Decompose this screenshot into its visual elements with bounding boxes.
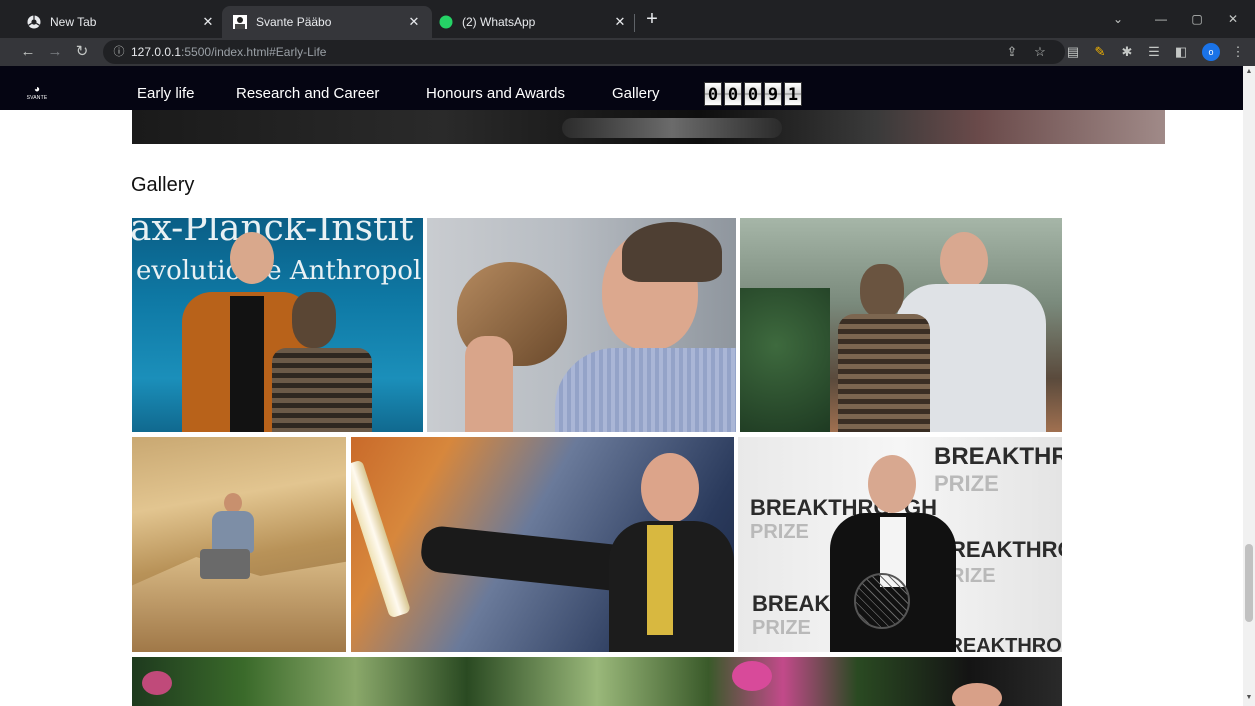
gallery-photo-diploma[interactable] [351, 437, 734, 652]
photo-figure [272, 348, 372, 432]
back-arrow-icon[interactable]: ← [17, 42, 39, 62]
photo-figure [952, 683, 1002, 706]
logo-mark-icon: ◕ [33, 84, 41, 95]
gallery-photo-skull-profile[interactable] [427, 218, 736, 432]
backdrop-text: RIZE [950, 565, 996, 587]
new-tab-icon[interactable]: + [641, 8, 663, 30]
bookmark-star-icon[interactable]: ☆ [1031, 40, 1049, 64]
tab-svante-paabo[interactable]: Svante Pääbo ✕ [222, 6, 432, 38]
address-url: 127.0.0.1:5500/index.html#Early-Life [131, 45, 327, 59]
backdrop-text: REAKTHRO [950, 537, 1062, 562]
photo-figure [212, 511, 254, 553]
side-panel-icon[interactable]: ◧ [1173, 44, 1189, 60]
photo-figure [142, 671, 172, 695]
browser-tabstrip: New Tab ✕ Svante Pääbo ✕ (2) WhatsApp ✕ … [0, 0, 1255, 38]
photo-sign-text: ax-Planck-Instit [132, 218, 414, 249]
site-navbar: ◕ SVANTE Early life Research and Career … [0, 66, 1243, 110]
gallery-photo-mpi-skeleton[interactable]: ax-Planck-Instit evolution e Anthropol [132, 218, 423, 432]
photo-figure [230, 232, 274, 284]
page-scrollbar[interactable]: ▲ ▼ [1243, 66, 1255, 706]
photo-figure [224, 493, 242, 513]
gallery-photo-sandstone[interactable] [132, 437, 346, 652]
maximize-icon[interactable]: ▢ [1179, 6, 1215, 32]
gallery-photo-flowers[interactable] [132, 657, 1062, 706]
close-tab-icon[interactable]: ✕ [200, 14, 216, 30]
site-logo[interactable]: ◕ SVANTE [24, 84, 50, 104]
forward-arrow-icon[interactable]: → [44, 42, 66, 62]
previous-section-image [132, 110, 1165, 144]
photo-figure [200, 549, 250, 579]
address-bar[interactable]: ⓘ 127.0.0.1:5500/index.html#Early-Life ⇪… [103, 40, 1065, 64]
nav-link-honours-awards[interactable]: Honours and Awards [426, 85, 565, 102]
logo-text: SVANTE [26, 95, 48, 101]
share-icon[interactable]: ⇪ [1003, 40, 1021, 64]
photo-figure [292, 292, 336, 348]
visitor-counter: 0 0 0 9 1 [704, 82, 804, 106]
photo-figure [641, 453, 699, 523]
photo-figure [732, 661, 772, 691]
nav-link-early-life[interactable]: Early life [137, 85, 195, 102]
reading-list-icon[interactable]: ☰ [1146, 44, 1162, 60]
profile-avatar[interactable]: o [1202, 43, 1220, 61]
chrome-icon [26, 14, 42, 30]
reload-icon[interactable]: ↻ [71, 42, 93, 62]
extension-pen-icon[interactable]: ✎ [1092, 44, 1108, 60]
nav-link-research-career[interactable]: Research and Career [236, 85, 379, 102]
backdrop-text: BREAKTHRO [934, 443, 1062, 470]
nav-link-gallery[interactable]: Gallery [612, 85, 660, 102]
tab-search-icon[interactable]: ⌄ [1100, 6, 1136, 32]
photo-figure [940, 232, 988, 290]
tab-separator [634, 14, 635, 32]
photo-figure [740, 288, 830, 432]
backdrop-text: PRIZE [752, 617, 811, 639]
photo-figure [647, 525, 673, 635]
photo-figure [854, 573, 910, 629]
tab-title: Svante Pääbo [256, 15, 332, 29]
photo-figure [838, 314, 930, 432]
extensions-puzzle-icon[interactable]: ✱ [1119, 44, 1135, 60]
scroll-down-icon[interactable]: ▼ [1243, 694, 1255, 704]
photo-figure [622, 222, 722, 282]
counter-digit: 1 [784, 82, 802, 106]
minimize-icon[interactable]: — [1143, 6, 1179, 32]
scroll-up-icon[interactable]: ▲ [1243, 68, 1255, 78]
scroll-thumb[interactable] [1245, 544, 1253, 622]
photo-sign-text: evolution e Anthropol [136, 256, 422, 286]
photo-figure [351, 459, 412, 619]
photo-figure [555, 348, 736, 432]
tab-whatsapp[interactable]: (2) WhatsApp ✕ [428, 6, 638, 38]
tab-title: (2) WhatsApp [462, 15, 536, 29]
photo-figure [230, 296, 264, 432]
browser-toolbar: ← → ↻ ⓘ 127.0.0.1:5500/index.html#Early-… [0, 38, 1255, 66]
gallery-heading: Gallery [131, 174, 195, 196]
site-favicon-icon [232, 14, 248, 30]
counter-digit: 9 [764, 82, 782, 106]
whatsapp-icon [438, 14, 454, 30]
close-tab-icon[interactable]: ✕ [406, 14, 422, 30]
photo-figure [465, 336, 513, 432]
gallery-photo-skeleton-interior[interactable] [740, 218, 1062, 432]
counter-digit: 0 [704, 82, 722, 106]
tab-new-tab[interactable]: New Tab ✕ [16, 6, 226, 38]
backdrop-text: PRIZE [750, 521, 809, 543]
backdrop-text: PRIZE [934, 471, 999, 496]
photo-figure [860, 264, 904, 318]
close-window-icon[interactable]: ✕ [1215, 6, 1251, 32]
counter-digit: 0 [724, 82, 742, 106]
backdrop-text: BREAK [752, 591, 831, 616]
gallery-photo-breakthrough-prize[interactable]: BREAKTHRO PRIZE BREAKTHRO GH PRIZE REAKT… [738, 437, 1062, 652]
close-tab-icon[interactable]: ✕ [612, 14, 628, 30]
photo-figure [868, 455, 916, 513]
extension-doc-icon[interactable]: ▤ [1065, 44, 1081, 60]
info-icon[interactable]: ⓘ [111, 40, 127, 64]
page-viewport: ◕ SVANTE Early life Research and Career … [0, 66, 1243, 706]
counter-digit: 0 [744, 82, 762, 106]
tab-title: New Tab [50, 15, 97, 29]
browser-menu-icon[interactable]: ⋮ [1230, 44, 1246, 60]
